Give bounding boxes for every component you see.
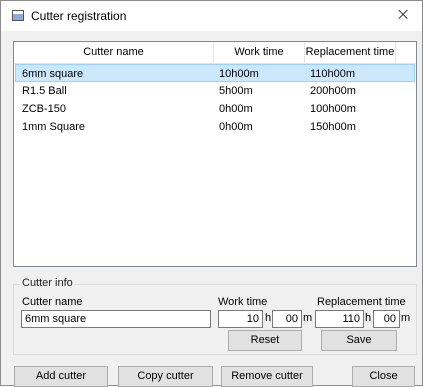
reset-button[interactable]: Reset bbox=[228, 330, 302, 351]
cell-replacement-time: 200h00m bbox=[310, 85, 356, 97]
cutter-list[interactable]: Cutter name Work time Replacement time 6… bbox=[13, 41, 417, 267]
cell-cutter-name: ZCB-150 bbox=[22, 103, 67, 115]
save-button[interactable]: Save bbox=[321, 330, 397, 351]
table-row[interactable]: 6mm square 10h00m 110h00m bbox=[15, 64, 415, 82]
cell-work-time: 5h00m bbox=[219, 85, 253, 97]
work-hours-field[interactable]: 10 bbox=[218, 310, 263, 328]
window-icon bbox=[12, 10, 24, 21]
remove-cutter-button[interactable]: Remove cutter bbox=[221, 366, 313, 387]
cell-cutter-name: R1.5 Ball bbox=[22, 85, 67, 97]
replacement-time-label: Replacement time bbox=[317, 296, 406, 308]
add-cutter-button[interactable]: Add cutter bbox=[14, 366, 108, 387]
table-row[interactable]: R1.5 Ball 5h00m 200h00m bbox=[15, 82, 415, 100]
cell-work-time: 0h00m bbox=[219, 103, 253, 115]
cell-replacement-time: 100h00m bbox=[310, 103, 356, 115]
title-bar: Cutter registration × bbox=[1, 1, 422, 31]
work-minutes-unit: m bbox=[303, 312, 313, 324]
cell-replacement-time: 110h00m bbox=[310, 68, 356, 80]
cell-cutter-name: 1mm Square bbox=[22, 121, 85, 133]
cutter-name-field[interactable]: 6mm square bbox=[21, 310, 211, 328]
column-header-cutter-name[interactable]: Cutter name bbox=[14, 42, 214, 63]
copy-cutter-button[interactable]: Copy cutter bbox=[118, 366, 213, 387]
column-header-replacement-time[interactable]: Replacement time bbox=[305, 42, 396, 63]
work-time-label: Work time bbox=[218, 296, 268, 308]
table-row[interactable]: 1mm Square 0h00m 150h00m bbox=[15, 118, 415, 136]
list-header: Cutter name Work time Replacement time bbox=[14, 42, 416, 64]
table-row[interactable]: ZCB-150 0h00m 100h00m bbox=[15, 100, 415, 118]
cell-work-time: 10h00m bbox=[219, 68, 259, 80]
cell-cutter-name: 6mm square bbox=[22, 68, 84, 80]
window-title: Cutter registration bbox=[31, 9, 127, 23]
replacement-hours-field[interactable]: 110 bbox=[315, 310, 364, 328]
work-minutes-field[interactable]: 00 bbox=[272, 310, 302, 328]
replacement-hours-unit: h bbox=[365, 312, 372, 324]
replacement-minutes-unit: m bbox=[401, 312, 411, 324]
cell-replacement-time: 150h00m bbox=[310, 121, 356, 133]
close-button[interactable]: Close bbox=[352, 366, 415, 387]
cell-work-time: 0h00m bbox=[219, 121, 253, 133]
column-header-work-time[interactable]: Work time bbox=[214, 42, 305, 63]
cutter-name-label: Cutter name bbox=[22, 296, 83, 308]
cutter-registration-window: Cutter registration × Cutter name Work t… bbox=[0, 0, 423, 387]
cutter-info-legend: Cutter info bbox=[20, 277, 75, 289]
work-hours-unit: h bbox=[265, 312, 272, 324]
close-icon[interactable]: × bbox=[390, 3, 416, 27]
replacement-minutes-field[interactable]: 00 bbox=[373, 310, 400, 328]
